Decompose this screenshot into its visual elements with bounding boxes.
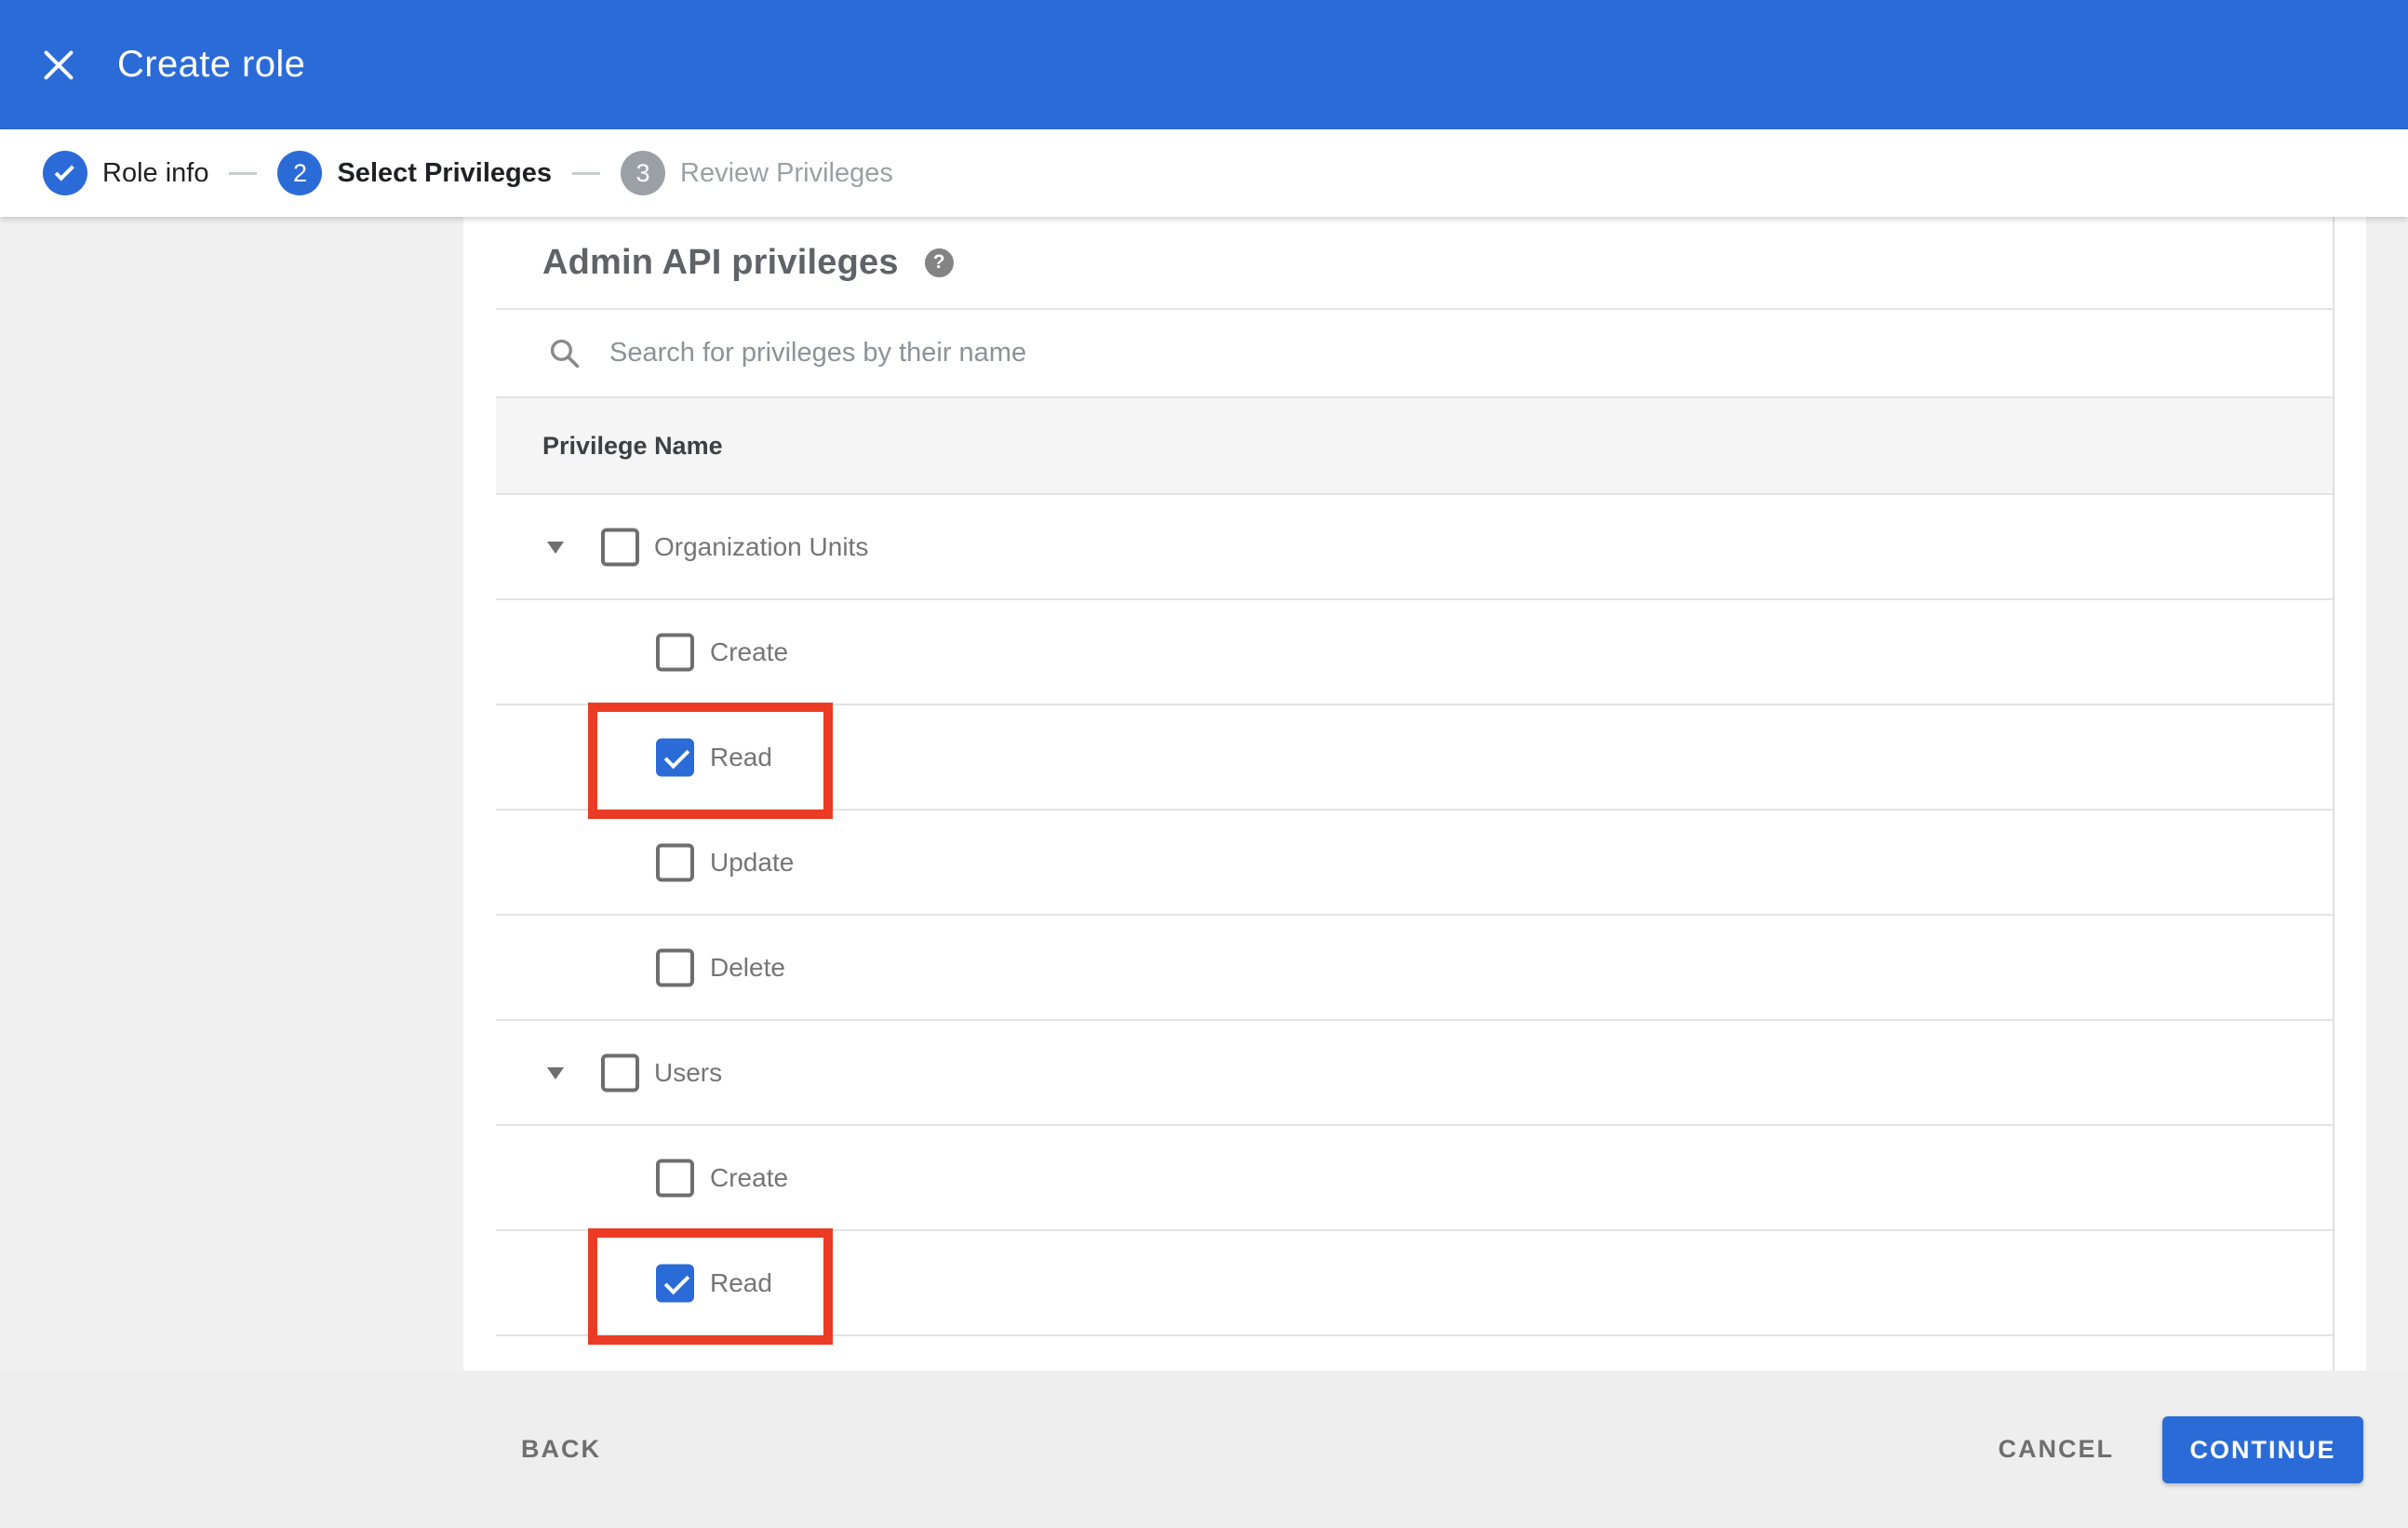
right-background bbox=[2366, 217, 2408, 1371]
wizard-stepper: Role info 2 Select Privileges 3 Review P… bbox=[0, 129, 2408, 217]
privilege-row-users-read: Read bbox=[496, 1228, 2333, 1345]
privilege-row-read: Read bbox=[496, 703, 2333, 819]
privilege-row-create: Create bbox=[496, 600, 2333, 705]
search-input[interactable] bbox=[609, 338, 2005, 369]
create-role-dialog: Create role Role info 2 Select Privilege… bbox=[0, 0, 2408, 1528]
create-checkbox[interactable] bbox=[656, 1159, 694, 1197]
update-checkbox[interactable] bbox=[656, 843, 694, 881]
column-header: Privilege Name bbox=[496, 398, 2333, 495]
privileges-panel: Admin API privileges ? Privilege Name Or… bbox=[463, 217, 2366, 1371]
read-checkbox[interactable] bbox=[656, 738, 694, 776]
caret-down-icon[interactable] bbox=[547, 1066, 564, 1079]
step-role-info[interactable]: Role info bbox=[43, 151, 208, 195]
privilege-label: Organization Units bbox=[654, 531, 869, 561]
left-background bbox=[0, 217, 463, 1371]
dialog-footer: BACK CANCEL CONTINUE bbox=[0, 1371, 2408, 1528]
step-number-badge: 2 bbox=[277, 151, 323, 195]
read-checkbox[interactable] bbox=[656, 1264, 694, 1302]
privilege-label: Create bbox=[710, 1162, 789, 1192]
privilege-label: Update bbox=[710, 847, 795, 877]
check-icon bbox=[54, 161, 74, 181]
privilege-label: Users bbox=[654, 1057, 723, 1087]
privilege-row-users: Users bbox=[496, 1021, 2333, 1126]
privilege-row-delete: Delete bbox=[496, 916, 2333, 1021]
delete-checkbox[interactable] bbox=[656, 948, 694, 986]
privilege-row-users-create: Create bbox=[496, 1126, 2333, 1231]
privilege-row-organization-units: Organization Units bbox=[496, 495, 2333, 600]
step-connector bbox=[229, 171, 258, 175]
caret-down-icon[interactable] bbox=[547, 541, 564, 554]
step-label: Role info bbox=[102, 157, 209, 188]
search-icon bbox=[550, 339, 580, 369]
continue-button[interactable]: CONTINUE bbox=[2162, 1416, 2363, 1483]
users-checkbox[interactable] bbox=[601, 1053, 639, 1092]
step-complete-icon bbox=[43, 151, 87, 195]
step-select-privileges[interactable]: 2 Select Privileges bbox=[277, 151, 552, 195]
section-title: Admin API privileges bbox=[542, 242, 899, 282]
help-icon[interactable]: ? bbox=[924, 248, 954, 277]
partial-row bbox=[496, 1336, 2333, 1371]
privileges-table: Admin API privileges ? Privilege Name Or… bbox=[496, 217, 2334, 1371]
dialog-title: Create role bbox=[117, 44, 306, 85]
step-label: Select Privileges bbox=[337, 157, 552, 188]
privilege-row-update: Update bbox=[496, 811, 2333, 916]
privilege-label: Read bbox=[710, 1267, 772, 1297]
close-icon[interactable] bbox=[43, 49, 74, 81]
organization-units-checkbox[interactable] bbox=[601, 528, 639, 566]
create-checkbox[interactable] bbox=[656, 633, 694, 671]
cancel-button[interactable]: CANCEL bbox=[1999, 1371, 2115, 1528]
back-button[interactable]: BACK bbox=[521, 1371, 601, 1528]
dialog-header: Create role bbox=[0, 0, 2408, 129]
privilege-label: Read bbox=[710, 742, 772, 771]
section-header: Admin API privileges ? bbox=[496, 217, 2333, 310]
step-number-badge: 3 bbox=[621, 151, 665, 195]
step-label: Review Privileges bbox=[680, 157, 893, 188]
privilege-label: Delete bbox=[710, 952, 785, 982]
step-connector bbox=[572, 171, 600, 175]
privilege-search-row bbox=[496, 310, 2333, 398]
dialog-body: Admin API privileges ? Privilege Name Or… bbox=[0, 217, 2408, 1371]
privilege-label: Create bbox=[710, 637, 789, 666]
step-review-privileges[interactable]: 3 Review Privileges bbox=[621, 151, 893, 195]
